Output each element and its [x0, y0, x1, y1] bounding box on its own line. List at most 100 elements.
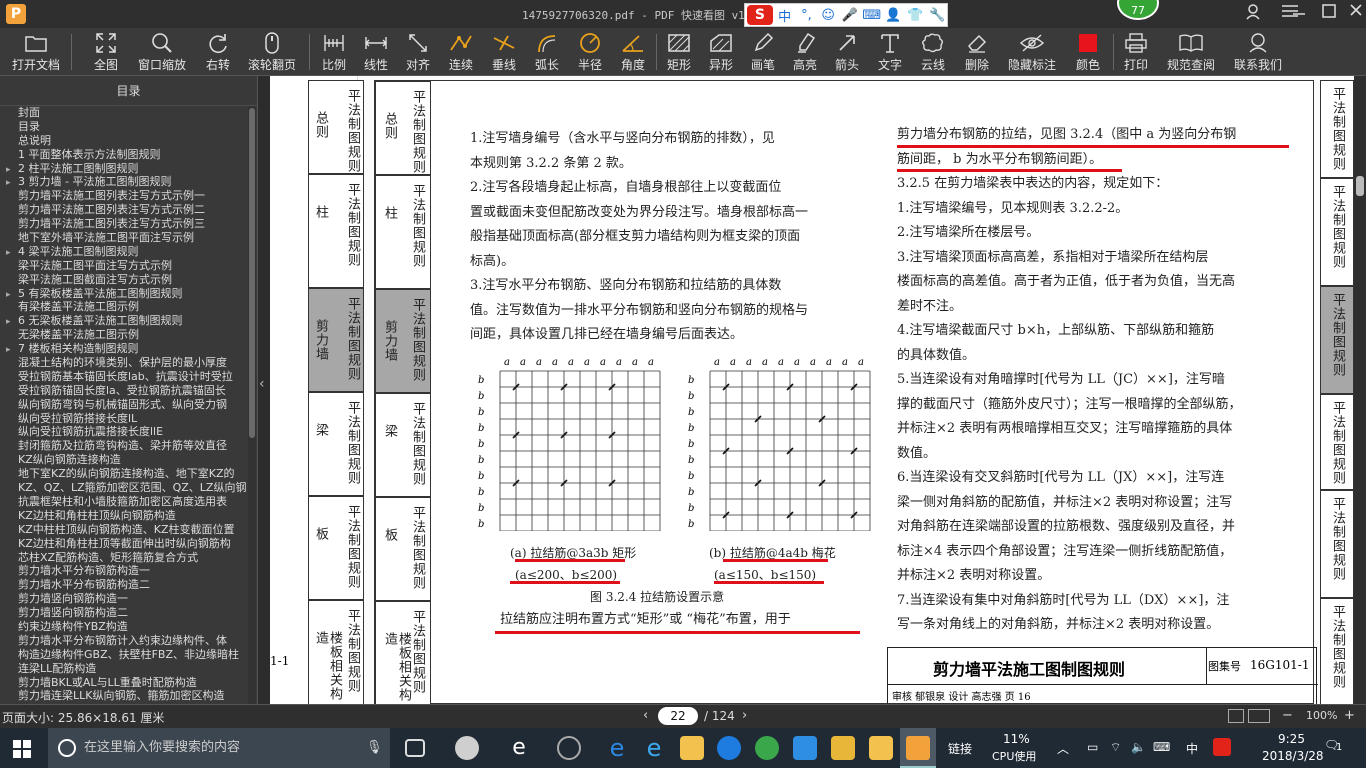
toc-item[interactable]: 约束边缘构件YBZ构造 [6, 620, 257, 634]
continuous-button[interactable]: 连续 [443, 28, 479, 76]
fit-page-button[interactable]: 全图 [86, 28, 126, 76]
scale-button[interactable]: 比例 [316, 28, 352, 76]
clock-date[interactable]: 2018/3/28 [1262, 749, 1324, 763]
align-button[interactable]: 对齐 [400, 28, 436, 76]
taskbar-search-input[interactable]: 在这里输入你要搜索的内容 🎙 [48, 728, 390, 768]
delete-button[interactable]: 删除 [959, 28, 995, 76]
microphone-icon[interactable]: 🎙 [366, 728, 383, 768]
toc-item[interactable]: 剪力墙平法施工图列表注写方式示例一 [6, 189, 257, 203]
maximize-button[interactable] [1322, 4, 1336, 22]
text-button[interactable]: 文字 [872, 28, 908, 76]
toc-item[interactable]: 剪力墙水平分布钢筋构造二 [6, 578, 257, 592]
highlight-button[interactable]: 高亮 [787, 28, 823, 76]
ime-user-icon[interactable]: 👤 [884, 8, 904, 23]
zoom-out-button[interactable]: − [1282, 708, 1293, 723]
toc-item[interactable]: 剪力墙平法施工图列表注写方式示例二 [6, 203, 257, 217]
contact-us-button[interactable]: 联系我们 [1230, 28, 1286, 76]
toc-item[interactable]: KZ、QZ、LZ箍筋加密区范围、QZ、LZ纵向钢 [6, 481, 257, 495]
toc-item[interactable]: 纵向受拉钢筋搭接长度lL [6, 412, 257, 426]
next-page-button[interactable]: › [742, 708, 747, 723]
toc-item[interactable]: 封面 [6, 106, 257, 120]
close-button[interactable] [1350, 4, 1362, 20]
toc-item[interactable]: 剪力墙连梁LLK纵向钢筋、箍筋加密区构造 [6, 689, 257, 703]
wheel-page-button[interactable]: 滚轮翻页 [246, 28, 298, 76]
double-page-view-icon[interactable] [1248, 709, 1270, 723]
toc-item[interactable]: ▸ 2 柱平法施工图制图规则 [6, 162, 257, 176]
toc-item[interactable]: 地下室KZ的纵向钢筋连接构造、地下室KZ的 [6, 467, 257, 481]
toc-item[interactable]: 受拉钢筋锚固长度la、受拉钢筋抗震锚固长 [6, 384, 257, 398]
toc-item[interactable]: KZ边柱和角柱柱顶等截面伸出时纵向钢筋构 [6, 537, 257, 551]
toc-item[interactable]: KZ纵向钢筋连接构造 [6, 453, 257, 467]
app-blue-icon[interactable] [793, 736, 817, 760]
tray-link[interactable]: 链接 [948, 740, 972, 757]
arrow-button[interactable]: 箭头 [829, 28, 865, 76]
toc-item[interactable]: 剪力墙水平分布钢筋计入约束边缘构件、体 [6, 634, 257, 648]
ime-settings-icon[interactable]: 🔧 [927, 8, 947, 23]
app-spiral-icon[interactable] [557, 736, 581, 760]
toc-scroll-thumb[interactable] [249, 108, 255, 438]
toc-item[interactable]: 剪力墙竖向钢筋构造一 [6, 592, 257, 606]
toc-item[interactable]: ▸ 4 梁平法施工图制图规则 [6, 245, 257, 259]
toc-item[interactable]: 纵向钢筋弯钩与机械锚固形式、纵向受力钢 [6, 398, 257, 412]
toc-item[interactable]: 剪力墙BKL或AL与LL重叠时配筋构造 [6, 676, 257, 690]
expand-arrow-icon[interactable]: ▸ [6, 164, 18, 176]
toc-item[interactable]: 无梁楼盖平法施工图示例 [6, 328, 257, 342]
volume-icon[interactable]: 🔈 [1131, 740, 1146, 754]
toc-item[interactable]: ▸ 3 剪力墙 - 平法施工图制图规则 [6, 175, 257, 189]
ime-voice-icon[interactable]: 🎤 [840, 8, 860, 23]
keyboard-icon[interactable]: ⌨ [1153, 740, 1170, 754]
zoom-in-button[interactable]: + [1344, 708, 1355, 723]
toc-item[interactable]: 剪力墙水平分布钢筋构造一 [6, 564, 257, 578]
angle-button[interactable]: 角度 [615, 28, 651, 76]
prev-page-button[interactable]: ‹ [643, 708, 648, 723]
arc-length-button[interactable]: 弧长 [529, 28, 565, 76]
ime-lang-toggle[interactable]: 中 [775, 6, 795, 25]
toc-item[interactable]: 梁平法施工图平面注写方式示例 [6, 259, 257, 273]
toc-item[interactable]: 1 平面整体表示方法制图规则 [6, 148, 257, 162]
toc-item[interactable]: 有梁楼盖平法施工图示例 [6, 300, 257, 314]
toc-item[interactable]: ▸ 6 无梁板楼盖平法施工图制图规则 [6, 314, 257, 328]
toc-scrollbar[interactable] [248, 106, 256, 704]
pen-button[interactable]: 画笔 [745, 28, 781, 76]
app-pinwheel-icon[interactable] [455, 736, 479, 760]
page-number-input[interactable]: 22 [658, 707, 698, 725]
ime-keyboard-icon[interactable]: ⌨ [862, 8, 882, 23]
expand-arrow-icon[interactable]: ▸ [6, 177, 18, 189]
cloud-line-button[interactable]: 云线 [915, 28, 951, 76]
ime-punct-icon[interactable]: °, [797, 8, 817, 23]
document-scroll-thumb[interactable] [1356, 176, 1364, 196]
rectangle-button[interactable]: 矩形 [661, 28, 697, 76]
edge-legacy-icon[interactable]: e [507, 736, 531, 760]
toc-item[interactable]: 总说明 [6, 134, 257, 148]
sogou-tray-icon[interactable] [1213, 738, 1231, 756]
open-document-button[interactable]: 打开文档 [8, 28, 64, 76]
network-icon[interactable]: ▭ [1087, 740, 1098, 754]
wifi-icon[interactable]: ⌔ [1110, 740, 1121, 755]
file-explorer-icon[interactable] [680, 736, 704, 760]
expand-arrow-icon[interactable]: ▸ [6, 316, 18, 328]
toc-item[interactable]: 梁平法施工图截面注写方式示例 [6, 273, 257, 287]
toc-item[interactable]: 抗震框架柱和小墙肢箍筋加密区高度选用表 [6, 495, 257, 509]
notification-badge[interactable]: 77 [1117, 0, 1159, 20]
windows-start-icon[interactable] [13, 740, 31, 762]
toc-item[interactable]: 纵向受拉钢筋抗震搭接长度llE [6, 425, 257, 439]
ime-skin-icon[interactable]: 👕 [905, 8, 925, 23]
toc-item[interactable]: 剪力墙平法施工图列表注写方式示例三 [6, 217, 257, 231]
clock-time[interactable]: 9:25 [1278, 732, 1305, 746]
sogou-logo-icon[interactable]: S [747, 5, 773, 25]
toc-item[interactable]: 混凝土结构的环境类别、保护层的最小厚度 [6, 356, 257, 370]
toc-item[interactable]: 封闭箍筋及拉筋弯钩构造、梁并筋等效直径 [6, 439, 257, 453]
expand-arrow-icon[interactable]: ▸ [6, 344, 18, 356]
color-button[interactable]: 颜色 [1070, 28, 1106, 76]
single-page-view-icon[interactable] [1228, 709, 1244, 723]
toc-item[interactable]: 剪力墙竖向钢筋构造二 [6, 606, 257, 620]
notes-icon[interactable] [831, 736, 855, 760]
tray-chevron-icon[interactable]: ︿ [1057, 740, 1069, 757]
document-view[interactable]: 1-1 平法制图规则 总则 平法制图规则柱平法制图规则 剪力墙 平法制图规则梁平法制图规… [270, 76, 1354, 704]
toc-item[interactable]: KZ中柱柱顶纵向钢筋构造、KZ柱变截面位置 [6, 523, 257, 537]
toc-item[interactable]: ▸ 7 楼板相关构造制图规则 [6, 342, 257, 356]
minimize-button[interactable] [1292, 2, 1306, 26]
expand-arrow-icon[interactable]: ▸ [6, 247, 18, 259]
radius-button[interactable]: 半径 [572, 28, 608, 76]
hide-annotations-button[interactable]: 隐藏标注 [1004, 28, 1060, 76]
